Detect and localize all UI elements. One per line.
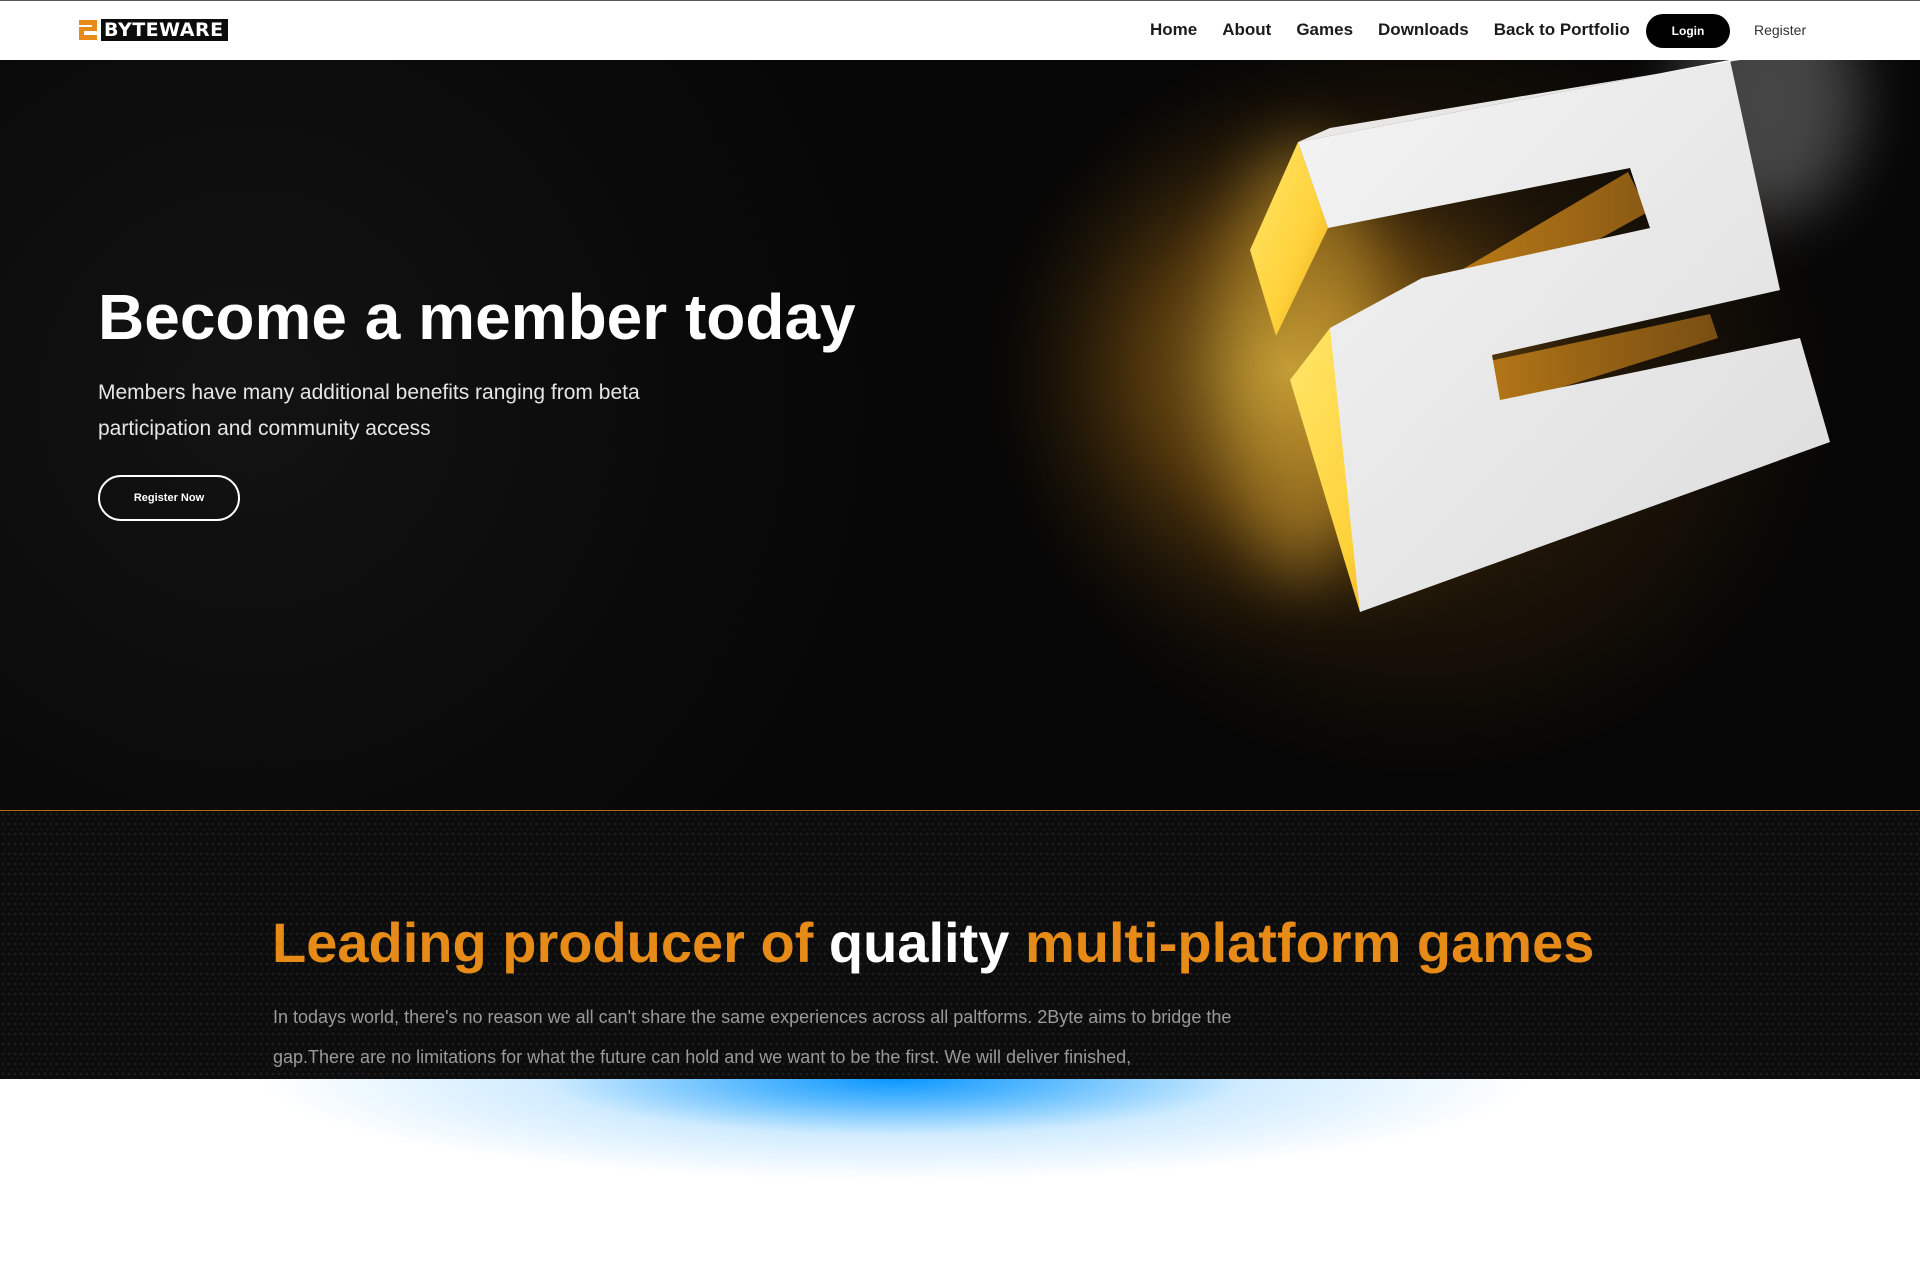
nav-link-home[interactable]: Home <box>1150 20 1197 40</box>
nav-link-downloads[interactable]: Downloads <box>1378 20 1469 40</box>
leading-title: Leading producer of quality multi-platfo… <box>272 915 1594 971</box>
nav-link-back-to-portfolio[interactable]: Back to Portfolio <box>1494 20 1630 40</box>
hero-subtitle: Members have many additional benefits ra… <box>98 381 640 440</box>
main-nav: Home About Games Downloads Back to Portf… <box>1150 1 1655 59</box>
leading-title-highlight: quality <box>828 911 1010 974</box>
login-button[interactable]: Login <box>1646 14 1730 48</box>
2-logo-icon <box>79 20 97 40</box>
register-link[interactable]: Register <box>1754 22 1806 38</box>
brand-logo-text: BYTEWARE <box>101 19 228 41</box>
brand-logo[interactable]: BYTEWARE <box>78 18 228 42</box>
leading-title-part3: multi-platform games <box>1009 911 1595 974</box>
blue-glow-decoration <box>260 1079 1530 1249</box>
leading-title-part1: Leading producer of <box>272 911 829 974</box>
leading-producer-section: Leading producer of quality multi-platfo… <box>0 810 1920 1079</box>
leading-body-text: In todays world, there's no reason we al… <box>273 1007 1232 1067</box>
top-navbar: BYTEWARE Home About Games Downloads Back… <box>0 0 1920 60</box>
nav-link-games[interactable]: Games <box>1296 20 1353 40</box>
hero-section: Become a member today Members have many … <box>0 60 1920 810</box>
hero-title: Become a member today <box>98 281 856 353</box>
nav-link-about[interactable]: About <box>1222 20 1271 40</box>
register-now-button[interactable]: Register Now <box>98 475 240 521</box>
